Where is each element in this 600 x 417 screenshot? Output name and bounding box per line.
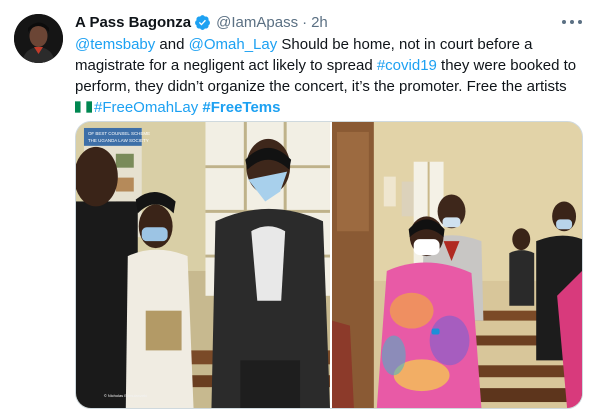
mention-temsbaby[interactable]: @temsbaby [75, 36, 155, 53]
avatar-image [14, 14, 63, 63]
tweet-timestamp[interactable]: 2h [311, 14, 328, 31]
hashtag-free-tems[interactable]: #FreeTems [202, 99, 280, 116]
poster-text-line1: OF BEST COUNSEL SCHEME [88, 131, 150, 136]
author-handle[interactable]: @IamApass [216, 14, 298, 31]
poster-text-line2: THE UGANDA LAW SOCIETY [88, 138, 149, 143]
verified-badge-icon [195, 14, 211, 30]
header-separator: · [302, 13, 308, 31]
nigeria-flag-icon [75, 101, 92, 113]
tweet-media: OF BEST COUNSEL SCHEME THE UGANDA LAW SO… [75, 121, 583, 409]
mention-omah-lay[interactable]: @Omah_Lay [189, 36, 278, 53]
tweet-content: A Pass Bagonza @IamApass · 2h @temsbaby … [75, 11, 585, 118]
more-options-icon[interactable] [562, 14, 582, 30]
tweet-text-and: and [155, 36, 189, 53]
photo-watermark: © Nicholas Bamulanzeki [104, 393, 147, 398]
tweet[interactable]: A Pass Bagonza @IamApass · 2h @temsbaby … [0, 0, 600, 417]
tweet-text: @temsbaby and @Omah_Lay Should be home, … [75, 34, 581, 118]
hashtag-free-omah-lay[interactable]: #FreeOmahLay [94, 99, 198, 116]
courtroom-photo-right [331, 122, 582, 408]
tweet-photo-2[interactable] [331, 122, 582, 408]
tweet-header: A Pass Bagonza @IamApass · 2h [75, 11, 585, 33]
author-avatar[interactable] [14, 14, 63, 63]
hashtag-covid19[interactable]: #covid19 [377, 57, 437, 74]
courtroom-photo-left: OF BEST COUNSEL SCHEME THE UGANDA LAW SO… [76, 122, 330, 408]
author-name[interactable]: A Pass Bagonza [75, 14, 191, 31]
tweet-photo-1[interactable]: OF BEST COUNSEL SCHEME THE UGANDA LAW SO… [76, 122, 330, 408]
